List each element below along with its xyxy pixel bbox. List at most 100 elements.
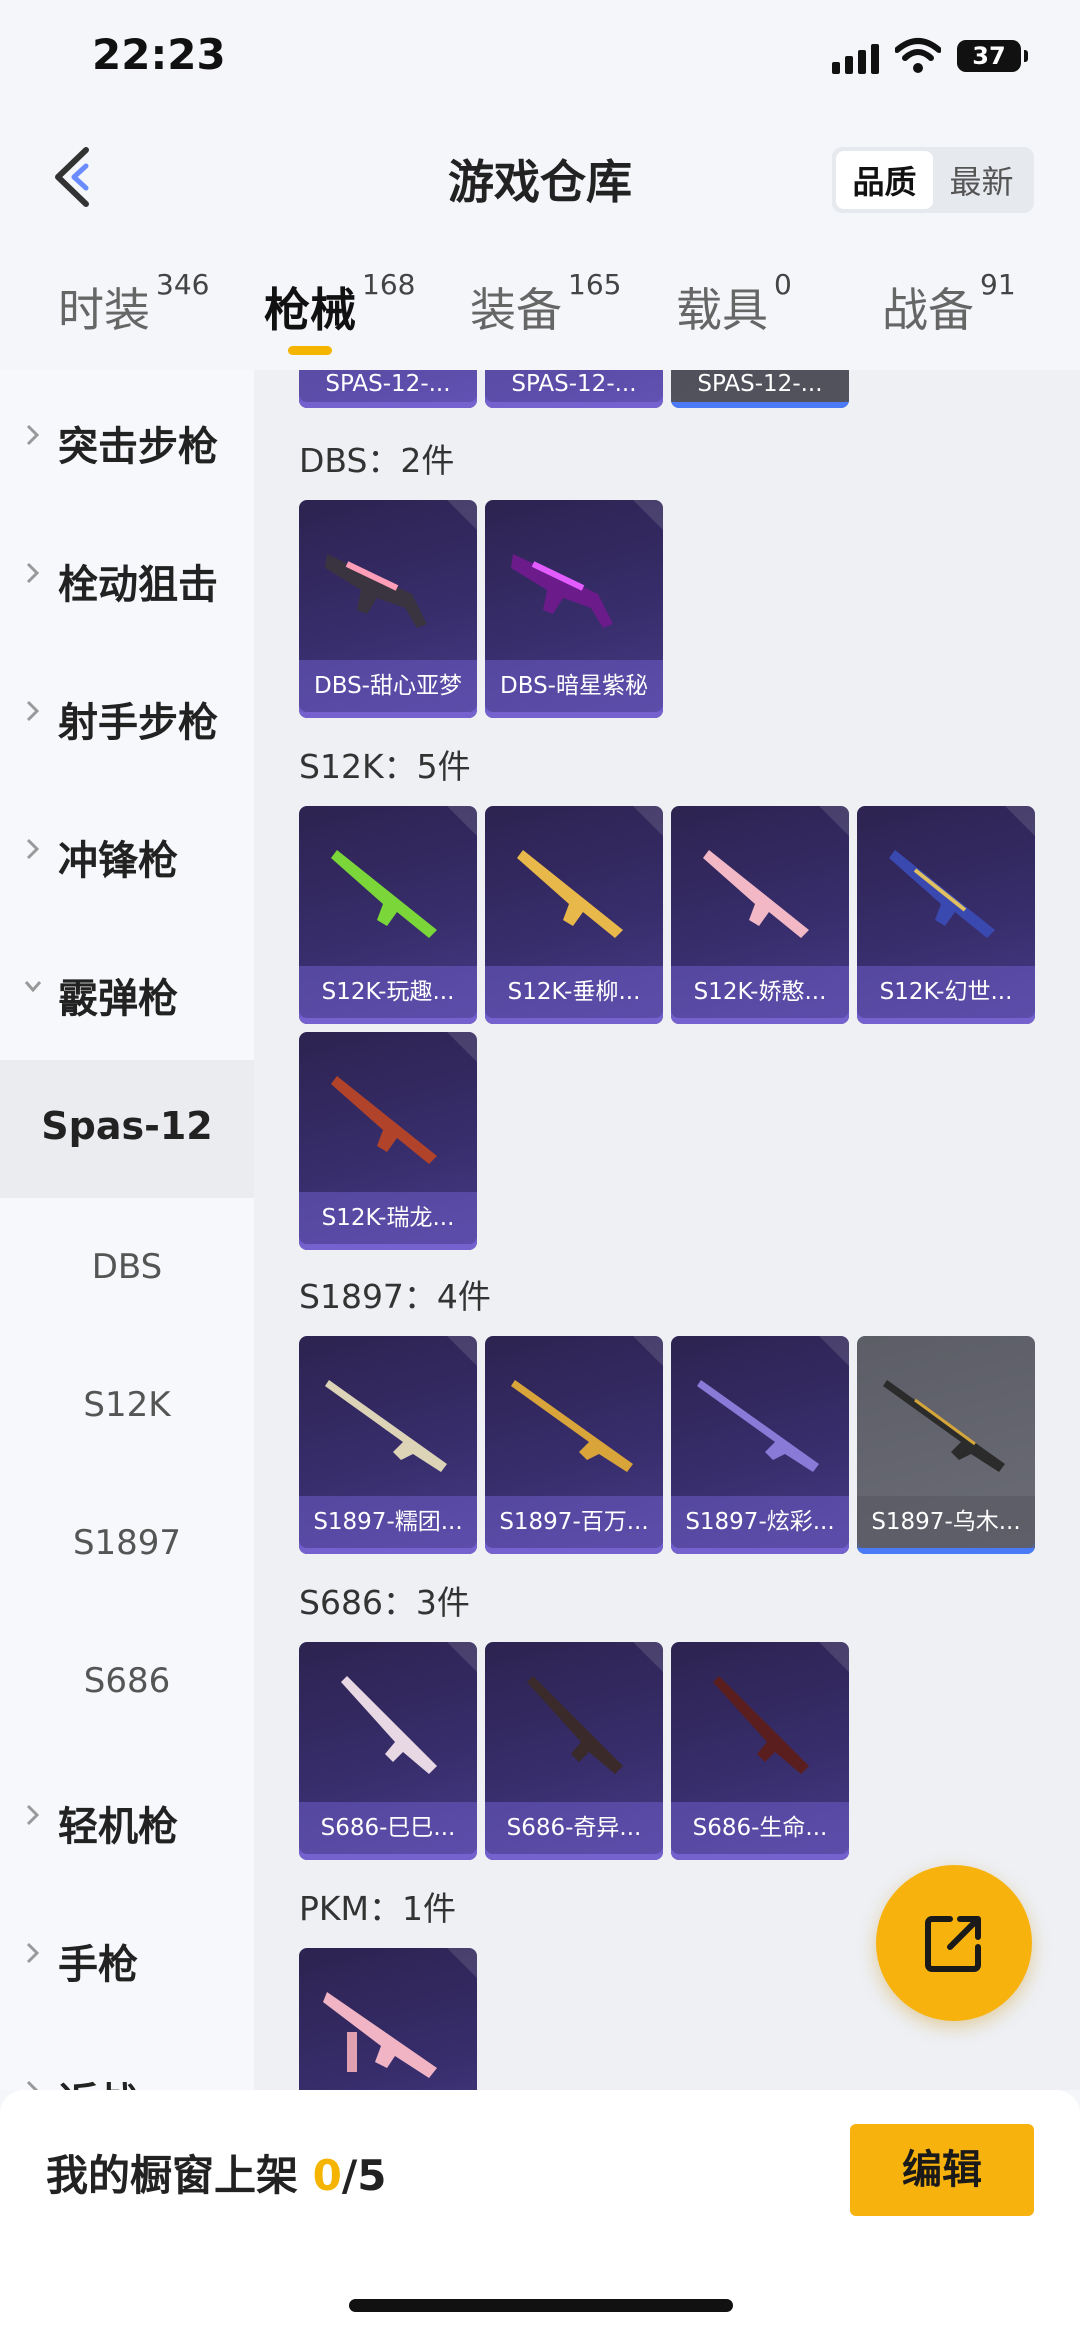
tab-label: 载具	[676, 283, 768, 337]
weapon-card[interactable]: DBS-甜心亚梦	[299, 500, 477, 718]
sidebar-item-label: 霰弹枪	[58, 976, 178, 1022]
tab-count: 0	[774, 268, 792, 301]
home-indicator[interactable]	[349, 2299, 733, 2312]
chevron-right-icon	[26, 700, 40, 722]
weapon-card[interactable]	[299, 1948, 477, 2090]
shotgun-icon	[511, 1380, 633, 1472]
sidebar-subitem-spas12[interactable]: Spas-12	[0, 1060, 254, 1198]
section-title-s686: S686：3件	[299, 1583, 470, 1622]
tab-guns[interactable]: 枪械 168	[264, 268, 415, 340]
weapon-name: S686-奇异...	[485, 1802, 663, 1854]
sidebar-subitem-dbs[interactable]: DBS	[0, 1198, 254, 1336]
weapon-grid: SPAS-12-... SPAS-12-... SPAS-12-... DBS：…	[254, 370, 1080, 2090]
weapon-card[interactable]: S686-生命...	[671, 1642, 849, 1860]
tab-supplies[interactable]: 战备 91	[882, 268, 1016, 340]
tab-count: 168	[362, 268, 416, 301]
status-time: 22:23	[92, 30, 226, 79]
cellular-signal-icon	[832, 44, 879, 74]
external-link-icon	[925, 1916, 981, 1972]
weapon-card[interactable]: S1897-百万...	[485, 1336, 663, 1554]
sidebar-item-shotgun[interactable]: 霰弹枪	[0, 922, 254, 1060]
weapon-card[interactable]: S12K-垂柳...	[485, 806, 663, 1024]
section-title-pkm: PKM：1件	[299, 1889, 457, 1928]
shelf-total: /5	[341, 2151, 387, 2200]
category-tabs: 时装 346 枪械 168 装备 165 载具 0 战备 91	[0, 260, 1080, 370]
tab-vehicles[interactable]: 载具 0	[676, 268, 792, 340]
sidebar-item-assault-rifle[interactable]: 突击步枪	[0, 370, 254, 508]
battery-icon: 37	[957, 40, 1028, 72]
rifle-icon	[331, 1076, 437, 1164]
weapon-card[interactable]: S1897-炫彩...	[671, 1336, 849, 1554]
weapon-card[interactable]: DBS-暗星紫秘	[485, 500, 663, 718]
tab-label: 装备	[470, 283, 562, 337]
sidebar-item-label: 冲锋枪	[58, 838, 178, 884]
weapon-card[interactable]: S12K-玩趣...	[299, 806, 477, 1024]
sidebar-subitem-s1897[interactable]: S1897	[0, 1474, 254, 1612]
weapon-name: S12K-瑞龙...	[299, 1192, 477, 1244]
sidebar-subitem-s12k[interactable]: S12K	[0, 1336, 254, 1474]
weapon-name: S1897-炫彩...	[671, 1496, 849, 1548]
sort-quality[interactable]: 品质	[836, 151, 933, 209]
shotgun-icon	[511, 554, 613, 628]
section-title-dbs: DBS：2件	[299, 441, 455, 480]
section-title-s1897: S1897：4件	[299, 1277, 491, 1316]
section-title-s12k: S12K：5件	[299, 747, 471, 786]
tab-count: 346	[156, 268, 210, 301]
shotgun-icon	[697, 1380, 819, 1472]
weapon-card[interactable]: S686-巳巳...	[299, 1642, 477, 1860]
weapon-name: S12K-玩趣...	[299, 966, 477, 1018]
machine-gun-icon	[323, 1992, 437, 2078]
sidebar-item-label: 近战	[58, 2070, 138, 2090]
chevron-right-icon	[26, 562, 40, 584]
weapon-card[interactable]: SPAS-12-...	[671, 370, 849, 408]
sidebar: 突击步枪 栓动狙击 射手步枪 冲锋枪 霰弹枪 Spas-12 DBS S12K …	[0, 370, 254, 2090]
chevron-right-icon	[26, 424, 40, 446]
weapon-name: S1897-乌木...	[857, 1496, 1035, 1548]
weapon-card[interactable]: S12K-幻世...	[857, 806, 1035, 1024]
sidebar-item-label: 手枪	[58, 1942, 138, 1988]
shotgun-icon	[713, 1676, 809, 1774]
sidebar-item-label: 栓动狙击	[58, 562, 218, 608]
shelf-count: 0	[312, 2151, 342, 2200]
weapon-card[interactable]: SPAS-12-...	[299, 370, 477, 408]
wifi-icon	[895, 38, 941, 73]
shotgun-icon	[325, 554, 427, 628]
weapon-card[interactable]: S686-奇异...	[485, 1642, 663, 1860]
weapon-card[interactable]: S1897-乌木...	[857, 1336, 1035, 1554]
sidebar-item-smg[interactable]: 冲锋枪	[0, 784, 254, 922]
chevron-right-icon	[26, 1942, 40, 1964]
chevron-right-icon	[26, 2080, 39, 2090]
sidebar-item-label: 突击步枪	[58, 424, 218, 470]
weapon-card[interactable]: S12K-娇憨...	[671, 806, 849, 1024]
sidebar-item-label: Spas-12	[41, 1104, 213, 1148]
rifle-icon	[889, 850, 995, 938]
sidebar-item-label: 轻机枪	[58, 1804, 178, 1850]
shotgun-icon	[527, 1676, 623, 1774]
sidebar-item-pistol[interactable]: 手枪	[0, 1888, 254, 2026]
weapon-name: DBS-暗星紫秘	[485, 660, 663, 712]
status-bar: 22:23 37	[0, 0, 1080, 120]
rifle-icon	[517, 850, 623, 938]
weapon-name: S12K-娇憨...	[671, 966, 849, 1018]
sidebar-item-marksman-rifle[interactable]: 射手步枪	[0, 646, 254, 784]
sidebar-subitem-s686[interactable]: S686	[0, 1612, 254, 1750]
sidebar-item-melee[interactable]: 近战	[0, 2026, 254, 2090]
weapon-card[interactable]: SPAS-12-...	[485, 370, 663, 408]
sidebar-item-lmg[interactable]: 轻机枪	[0, 1750, 254, 1888]
shotgun-icon	[883, 1380, 1005, 1472]
sort-newest[interactable]: 最新	[933, 151, 1030, 209]
weapon-name: SPAS-12-...	[485, 370, 663, 402]
weapon-card[interactable]: S12K-瑞龙...	[299, 1032, 477, 1250]
edit-button[interactable]: 编辑	[850, 2124, 1034, 2216]
weapon-name: SPAS-12-...	[299, 370, 477, 402]
sort-toggle[interactable]: 品质 最新	[832, 147, 1034, 213]
sidebar-item-label: 射手步枪	[58, 700, 218, 746]
weapon-card[interactable]: S1897-糯团...	[299, 1336, 477, 1554]
weapon-name: S686-生命...	[671, 1802, 849, 1854]
tab-equipment[interactable]: 装备 165	[470, 268, 621, 340]
tab-fashion[interactable]: 时装 346	[58, 268, 209, 340]
shotgun-icon	[325, 1380, 447, 1472]
sidebar-item-bolt-sniper[interactable]: 栓动狙击	[0, 508, 254, 646]
share-button[interactable]	[876, 1865, 1032, 2021]
weapon-name: S1897-百万...	[485, 1496, 663, 1548]
